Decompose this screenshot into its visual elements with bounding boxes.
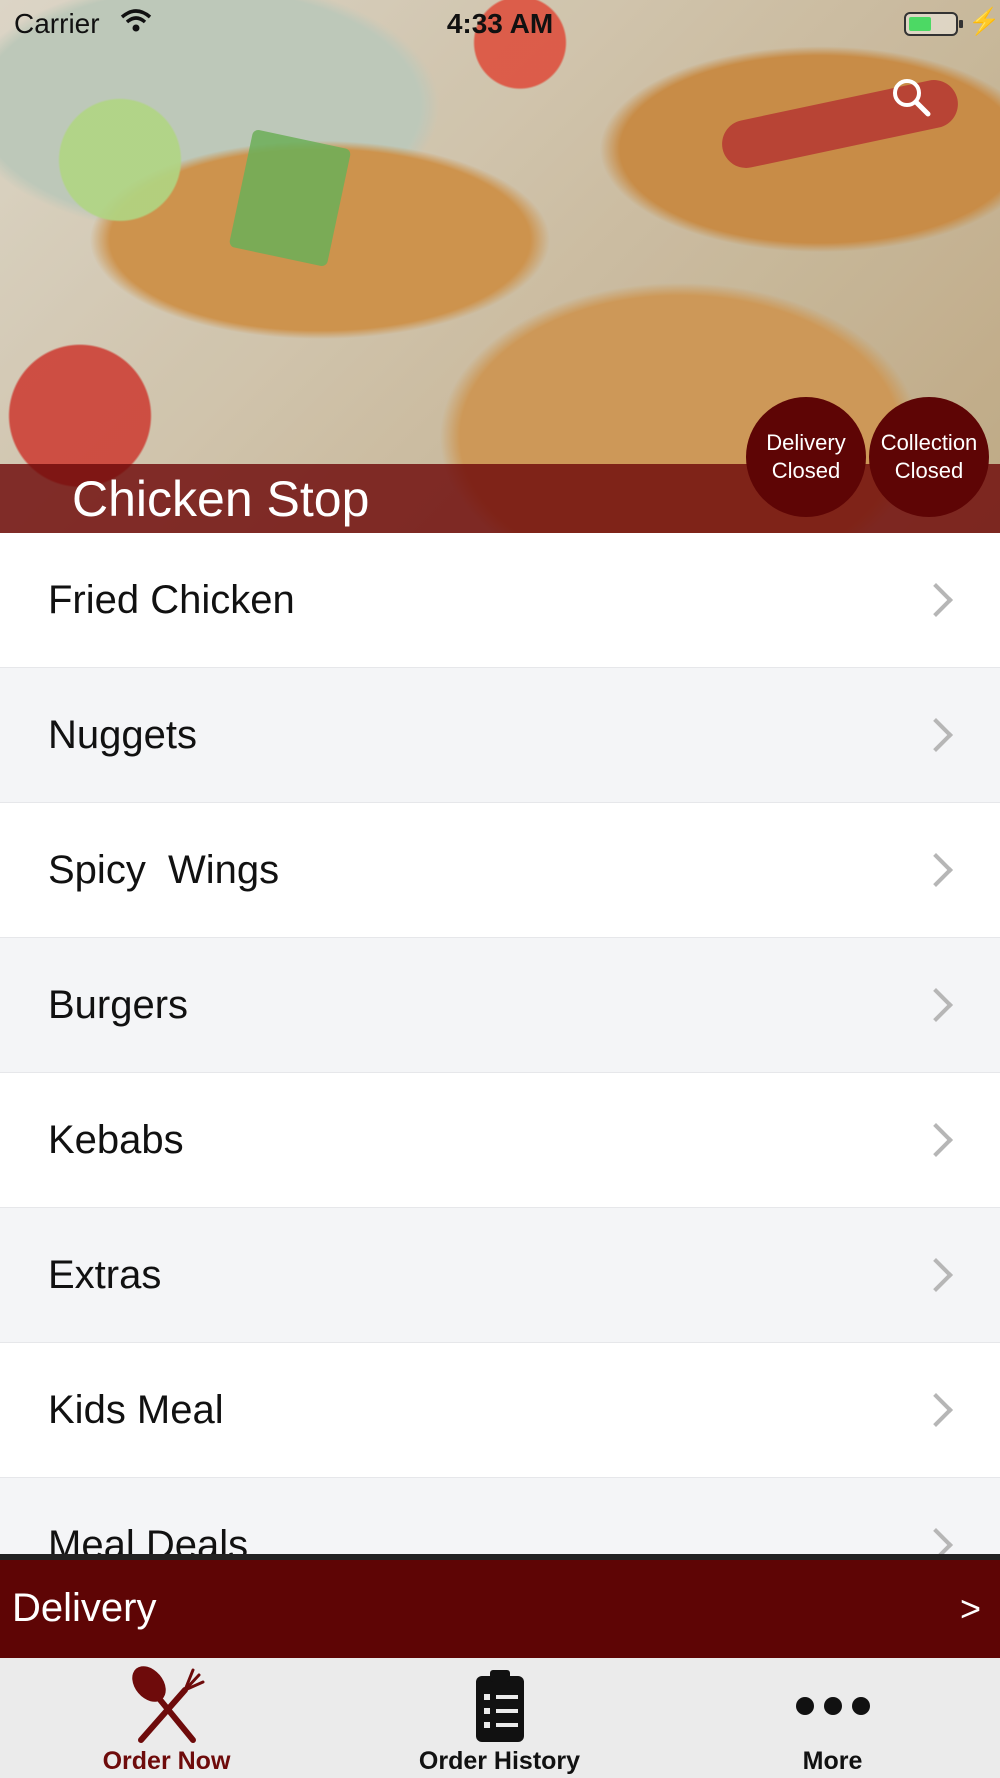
menu-row-spicy-wings[interactable]: Spicy Wings — [0, 803, 1000, 938]
chevron-right-icon — [919, 1393, 953, 1427]
menu-row-nuggets[interactable]: Nuggets — [0, 668, 1000, 803]
menu-row-extras[interactable]: Extras — [0, 1208, 1000, 1343]
delivery-status-line1: Delivery — [766, 430, 846, 455]
chevron-right-icon — [919, 1123, 953, 1157]
tab-bar: Order Now Order History More — [0, 1658, 1000, 1778]
menu-row-label: Kebabs — [48, 1117, 184, 1162]
delivery-mode-label: Delivery — [12, 1586, 157, 1630]
search-icon[interactable] — [890, 76, 931, 117]
menu-row-burgers[interactable]: Burgers — [0, 938, 1000, 1073]
menu-row-fried-chicken[interactable]: Fried Chicken — [0, 533, 1000, 668]
delivery-mode-bar[interactable]: Delivery > — [0, 1554, 1000, 1658]
tab-more-label: More — [802, 1747, 863, 1775]
clipboard-icon — [460, 1666, 540, 1746]
battery-icon — [904, 12, 963, 36]
chevron-right-icon — [919, 1528, 953, 1554]
menu-row-label: Extras — [48, 1252, 162, 1297]
menu-category-list: Fried Chicken Nuggets Spicy Wings Burger… — [0, 533, 1000, 1554]
menu-row-kids-meal[interactable]: Kids Meal — [0, 1343, 1000, 1478]
collection-status-line1: Collection — [880, 430, 978, 455]
tab-order-now[interactable]: Order Now — [0, 1658, 333, 1778]
collection-status-line2: Closed — [894, 458, 964, 483]
charging-bolt-icon: ⚡ — [968, 6, 1000, 36]
collection-status-badge: Collection Closed — [869, 397, 989, 517]
status-bar: Carrier 4:33 AM ⚡ — [0, 0, 1000, 50]
menu-row-label: Burgers — [48, 982, 189, 1027]
restaurant-name: Chicken Stop — [72, 471, 370, 527]
tab-order-now-label: Order Now — [102, 1747, 231, 1775]
menu-row-label: Spicy Wings — [48, 847, 280, 892]
menu-row-label: Meal Deals — [48, 1522, 249, 1555]
delivery-status-badge: Delivery Closed — [746, 397, 866, 517]
chevron-right-icon — [919, 853, 953, 887]
garnish-leaf — [228, 128, 352, 268]
delivery-status-line2: Closed — [771, 458, 841, 483]
menu-row-kebabs[interactable]: Kebabs — [0, 1073, 1000, 1208]
menu-row-meal-deals[interactable]: Meal Deals — [0, 1478, 1000, 1554]
clock-time: 4:33 AM — [446, 8, 554, 39]
fork-knife-icon — [127, 1666, 207, 1746]
chevron-right-icon — [919, 988, 953, 1022]
menu-row-label: Fried Chicken — [48, 577, 295, 622]
more-dots-icon — [793, 1666, 873, 1746]
chevron-right-icon — [919, 718, 953, 752]
tab-order-history[interactable]: Order History — [333, 1658, 666, 1778]
menu-row-label: Kids Meal — [48, 1387, 224, 1432]
tab-more[interactable]: More — [666, 1658, 999, 1778]
chevron-right-icon — [919, 583, 953, 617]
tab-order-history-label: Order History — [418, 1747, 581, 1775]
chevron-right-icon — [919, 1258, 953, 1292]
delivery-arrow-icon: > — [960, 1588, 982, 1629]
menu-row-label: Nuggets — [48, 712, 197, 757]
